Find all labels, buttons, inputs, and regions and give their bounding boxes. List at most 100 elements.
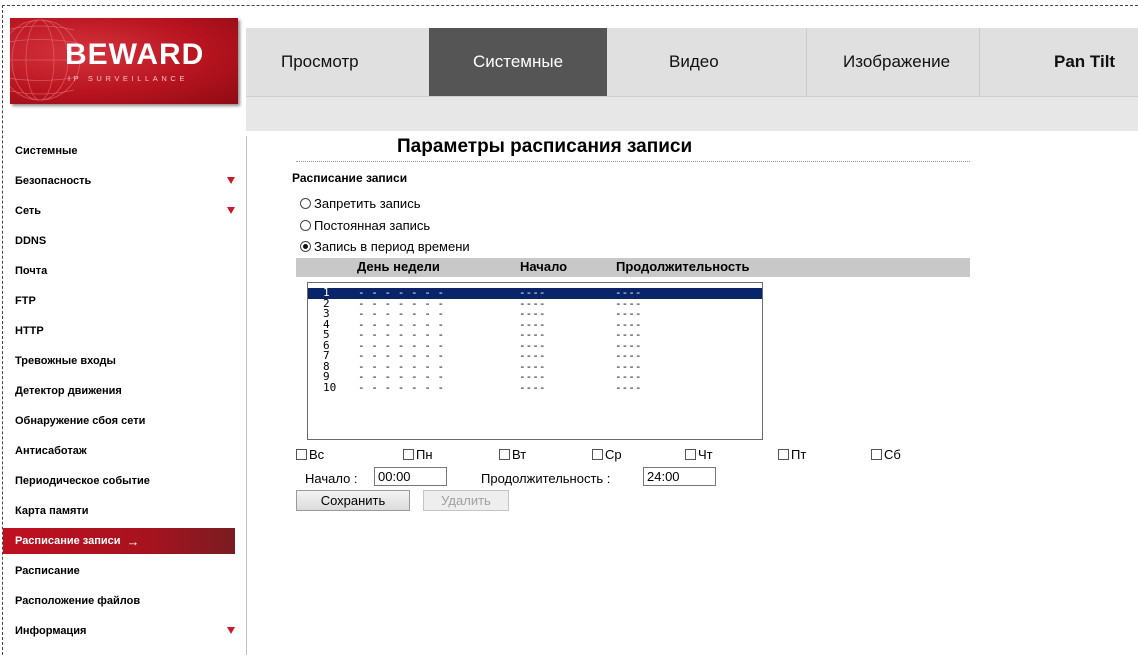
sidebar-item-tamper[interactable]: Антисаботаж [3,436,235,466]
weekday-option[interactable]: Чт [685,447,713,462]
sidebar-item-http[interactable]: HTTP [3,316,235,346]
tab-pan-tilt[interactable]: Pan Tilt [1054,28,1115,96]
logo-brand-text: BEWARD [65,38,205,71]
sidebar-divider [246,136,247,655]
radio-label: Запись в период времени [314,238,470,254]
checkbox[interactable] [403,449,414,460]
duration-label: Продолжительность : [481,471,611,486]
arrow-right-icon: → [126,533,140,549]
nav-separator [979,28,980,96]
radio-label: Запретить запись [314,195,421,211]
checkbox[interactable] [778,449,789,460]
top-nav-bar: Просмотр Системные Видео Изображение Pan… [246,28,1138,97]
save-button[interactable]: Сохранить [296,490,410,511]
weekday-label: Пт [791,447,807,462]
radio-disable-recording[interactable]: Запретить запись [300,195,420,211]
frame-top-border [2,5,1138,6]
logo-tagline: IP SURVEILLANCE [68,74,189,83]
radio-button[interactable] [300,219,311,231]
weekday-label: Вс [309,447,325,462]
weekday-label: Чт [698,447,713,462]
sub-header-strip [246,97,1138,131]
weekday-option[interactable]: Сб [871,447,901,462]
chevron-down-icon[interactable] [227,627,235,634]
list-cell-days: - - - - - - - [358,380,445,394]
weekday-option[interactable]: Вс [296,447,324,462]
weekday-option[interactable]: Пт [778,447,806,462]
checkbox[interactable] [685,449,696,460]
sidebar-item-label: Системные [15,145,78,157]
nav-separator [806,28,807,96]
sidebar-item-label: Расписание [15,565,80,577]
sidebar-item-alarm-inputs[interactable]: Тревожные входы [3,346,235,376]
section-label: Расписание записи [292,171,408,185]
schedule-table-header: День недели Начало Продолжительность [296,258,970,277]
radio-period-recording[interactable]: Запись в период времени [300,238,470,254]
sidebar-item-file-location[interactable]: Расположение файлов [3,586,235,616]
sidebar-item-label: Антисаботаж [15,445,87,457]
sidebar-item-label: Сеть [15,205,42,217]
checkbox[interactable] [296,449,307,460]
sidebar-item-record-schedule[interactable]: Расписание записи → [3,528,235,554]
checkbox[interactable] [592,449,603,460]
page-title: Параметры расписания записи [397,136,693,157]
list-cell-n: 10 [323,380,337,394]
list-item[interactable]: 10 - - - - - - - ---- ---- [308,380,762,394]
sidebar-item-label: Расположение файлов [15,595,141,607]
delete-button[interactable]: Удалить [423,490,509,511]
sidebar-item-label: Почта [15,265,48,277]
weekday-label: Сб [884,447,901,462]
page-frame: BEWARD IP SURVEILLANCE Просмотр Системны… [0,0,1138,655]
sidebar-item-label: FTP [15,295,36,307]
sidebar-item-label: DDNS [15,235,47,247]
chevron-down-icon[interactable] [227,177,235,184]
sidebar-item-label: Тревожные входы [15,355,116,367]
sidebar-item-label: Обнаружение сбоя сети [15,415,146,427]
sidebar-item-periodic-event[interactable]: Периодическое событие [3,466,235,496]
weekday-label: Пн [416,447,433,462]
column-header-day: День недели [357,259,440,274]
sidebar-item-memory-card[interactable]: Карта памяти [3,496,235,526]
tab-view[interactable]: Просмотр [281,28,359,96]
sidebar-item-security[interactable]: Безопасность [3,166,235,196]
radio-button[interactable] [300,197,311,209]
checkbox[interactable] [499,449,510,460]
weekday-option[interactable]: Пн [403,447,433,462]
tab-image[interactable]: Изображение [843,28,950,96]
column-header-start: Начало [520,259,568,274]
list-cell-start: ---- [519,380,546,394]
start-label: Начало : [305,471,358,486]
weekday-label: Вт [512,447,527,462]
sidebar-item-system[interactable]: Системные [3,136,235,166]
sidebar-item-network[interactable]: Сеть [3,196,235,226]
start-time-input[interactable]: 00:00 [374,467,447,486]
weekday-option[interactable]: Вт [499,447,526,462]
sidebar-item-label: Безопасность [15,175,92,187]
tab-system[interactable]: Системные [429,28,607,96]
sidebar-item-information[interactable]: Информация [3,616,235,646]
sidebar-item-schedule[interactable]: Расписание [3,556,235,586]
duration-input[interactable]: 24:00 [643,467,716,486]
radio-continuous-recording[interactable]: Постоянная запись [300,217,430,233]
schedule-listbox[interactable]: 1- - - - - - - ---- ---- 2- - - - - - - ----… [307,282,763,440]
sidebar-item-network-failure[interactable]: Обнаружение сбоя сети [3,406,235,436]
sidebar-item-mail[interactable]: Почта [3,256,235,286]
list-cell-duration: ---- [615,380,642,394]
sidebar-item-label: Периодическое событие [15,475,150,487]
title-underline [296,161,970,162]
sidebar-item-motion-detection[interactable]: Детектор движения [3,376,235,406]
sidebar: Системные Безопасность Сеть DDNS Почта F… [3,136,247,646]
chevron-down-icon[interactable] [227,207,235,214]
sidebar-item-label: Детектор движения [15,385,122,397]
tab-video[interactable]: Видео [669,28,719,96]
sidebar-item-label: Расписание записи [15,535,121,547]
sidebar-item-label: HTTP [15,325,44,337]
beward-logo[interactable]: BEWARD IP SURVEILLANCE [10,18,238,104]
radio-button[interactable] [300,240,311,252]
sidebar-item-ddns[interactable]: DDNS [3,226,235,256]
sidebar-item-label: Карта памяти [15,505,89,517]
weekday-option[interactable]: Ср [592,447,622,462]
checkbox[interactable] [871,449,882,460]
sidebar-item-ftp[interactable]: FTP [3,286,235,316]
radio-label: Постоянная запись [314,217,431,233]
